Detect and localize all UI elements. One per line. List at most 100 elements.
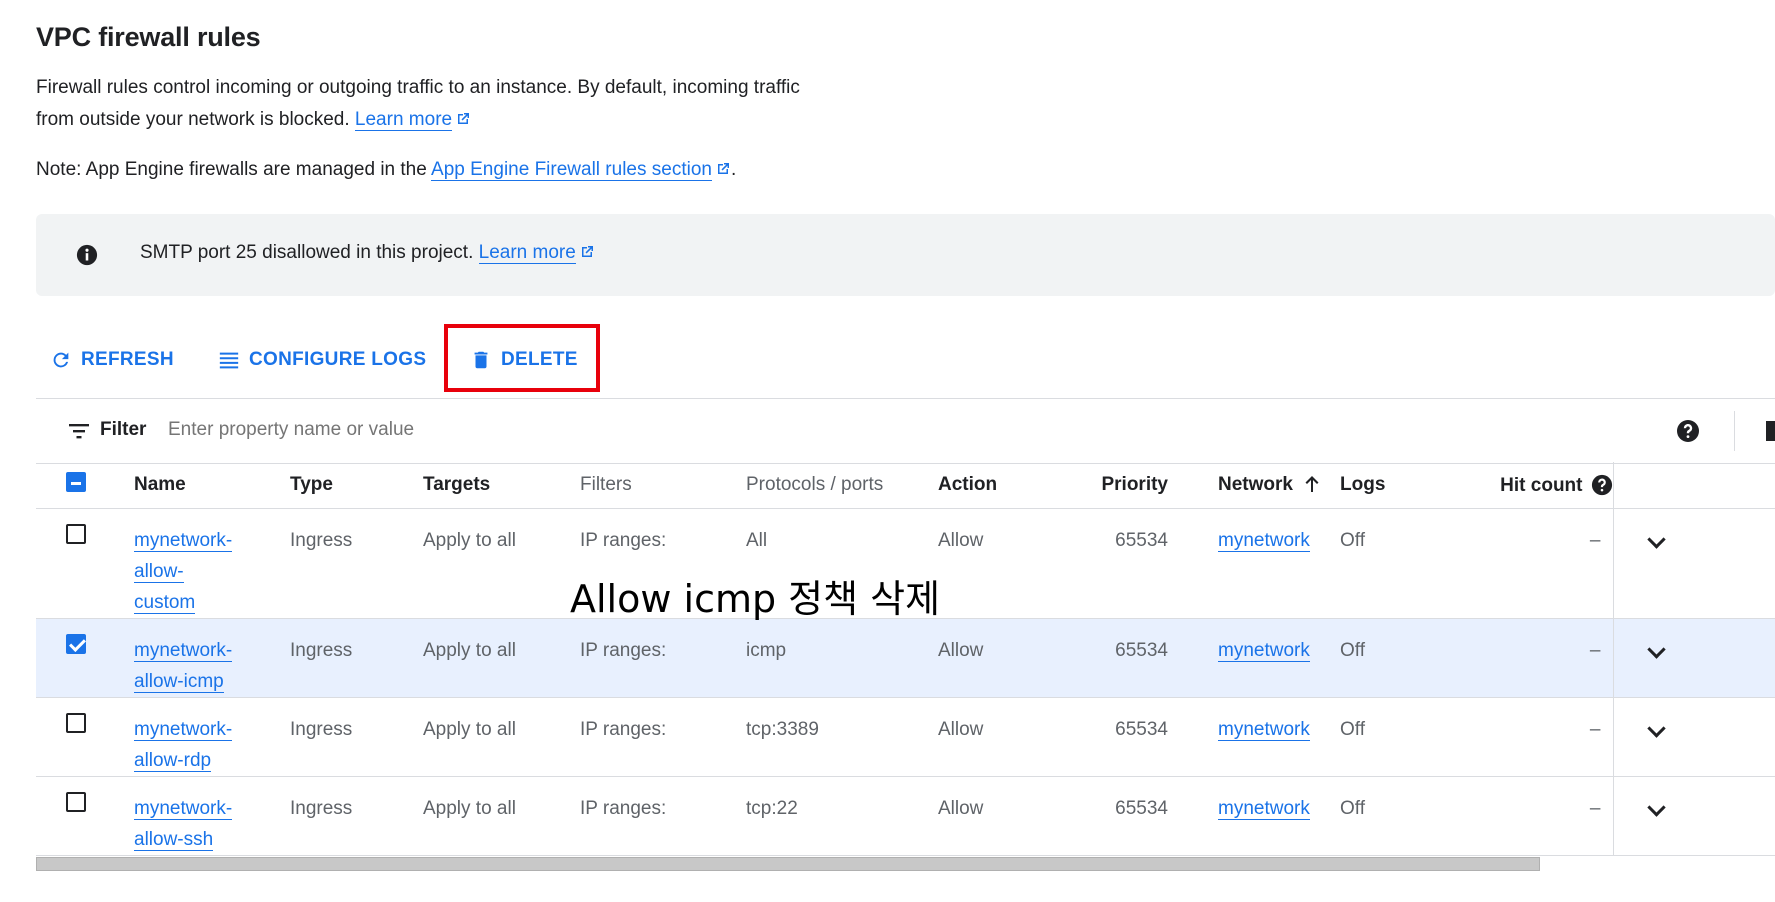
table-row[interactable]: mynetwork-allow-ssh Ingress Apply to all… — [36, 776, 1775, 856]
app-engine-note: Note: App Engine firewalls are managed i… — [36, 159, 736, 181]
row-checkbox[interactable] — [66, 634, 86, 654]
app-engine-firewall-link[interactable]: App Engine Firewall rules section — [431, 159, 712, 181]
annotation-text: Allow icmp 정책 삭제 — [570, 577, 941, 621]
help-icon[interactable] — [1591, 474, 1613, 496]
expand-cell — [1612, 508, 1775, 619]
rule-name-link[interactable]: mynetwork- — [134, 530, 233, 552]
network-link[interactable]: mynetwork — [1218, 640, 1310, 662]
select-all-cell — [36, 462, 134, 509]
column-header-protocols: Protocols / ports — [746, 462, 938, 509]
info-icon — [76, 244, 98, 266]
note-text: Note: App Engine firewalls are managed i… — [36, 159, 427, 180]
refresh-icon — [53, 352, 69, 368]
expand-column-header — [1612, 462, 1775, 509]
protocols-cell: tcp:3389 — [746, 697, 938, 777]
row-checkbox[interactable] — [66, 524, 86, 544]
rule-name-link[interactable]: custom — [134, 592, 196, 614]
priority-cell: 65534 — [1050, 776, 1168, 856]
action-cell: Allow — [938, 697, 1050, 777]
column-header-logs[interactable]: Logs — [1340, 462, 1440, 509]
chevron-down-icon[interactable] — [1646, 530, 1666, 549]
rule-name-link[interactable]: mynetwork- — [134, 719, 233, 741]
refresh-button[interactable]: REFRESH — [50, 330, 174, 390]
filter-input[interactable] — [166, 413, 770, 447]
column-header-filters: Filters — [580, 462, 746, 509]
rule-name-link[interactable]: allow- — [134, 561, 184, 583]
row-select-cell — [36, 776, 134, 856]
logs-cell: Off — [1340, 697, 1440, 777]
expand-cell — [1612, 618, 1775, 698]
rule-name-link[interactable]: allow-icmp — [134, 671, 224, 693]
column-header-action[interactable]: Action — [938, 462, 1050, 509]
rule-name-link[interactable]: mynetwork- — [134, 798, 233, 820]
refresh-label: REFRESH — [81, 349, 174, 370]
filters-cell: IP ranges: — [580, 618, 746, 698]
filters-cell: IP ranges: — [580, 697, 746, 777]
table-row[interactable]: mynetwork-allow-rdp Ingress Apply to all… — [36, 697, 1775, 777]
hit-count-cell: – — [1440, 618, 1613, 698]
network-cell: mynetwork — [1168, 776, 1340, 856]
hit-count-cell: – — [1440, 697, 1613, 777]
network-cell: mynetwork — [1168, 618, 1340, 698]
external-link-icon — [717, 163, 729, 174]
column-header-name[interactable]: Name — [134, 462, 290, 509]
rule-name-link[interactable]: allow-ssh — [134, 829, 214, 851]
type-cell: Ingress — [290, 697, 423, 777]
learn-more-link[interactable]: Learn more — [354, 109, 453, 131]
type-cell: Ingress — [290, 508, 423, 619]
delete-highlight-box — [444, 324, 600, 392]
protocols-cell: icmp — [746, 618, 938, 698]
note-suffix: . — [730, 159, 737, 180]
column-header-targets[interactable]: Targets — [423, 462, 580, 509]
rule-name-link[interactable]: mynetwork- — [134, 640, 233, 662]
row-select-cell — [36, 697, 134, 777]
row-select-cell — [36, 508, 134, 619]
action-cell: Allow — [938, 508, 1050, 619]
network-header-label: Network — [1218, 474, 1293, 495]
chevron-down-icon[interactable] — [1646, 798, 1666, 817]
hit-count-label: Hit count — [1500, 474, 1583, 496]
banner-learn-more-link[interactable]: Learn more — [478, 242, 576, 264]
rule-name-cell: mynetwork-allow-custom — [134, 508, 290, 619]
filter-icon — [69, 424, 89, 439]
rule-name-cell: mynetwork-allow-ssh — [134, 776, 290, 856]
filter-label: Filter — [100, 419, 147, 440]
external-link-icon — [458, 113, 470, 124]
row-checkbox[interactable] — [66, 713, 86, 733]
configure-logs-label: CONFIGURE LOGS — [249, 349, 427, 370]
filters-cell: IP ranges: — [580, 776, 746, 856]
smtp-info-banner: SMTP port 25 disallowed in this project.… — [36, 214, 1775, 296]
logs-cell: Off — [1340, 618, 1440, 698]
network-link[interactable]: mynetwork — [1218, 798, 1310, 820]
column-header-type[interactable]: Type — [290, 462, 423, 509]
logs-cell: Off — [1340, 508, 1440, 619]
sort-ascending-icon — [1305, 476, 1319, 492]
select-all-checkbox[interactable] — [66, 472, 86, 492]
rule-name-cell: mynetwork-allow-icmp — [134, 618, 290, 698]
table-header-row: Name Type Targets Filters Protocols / po… — [36, 462, 1775, 509]
configure-logs-button[interactable]: CONFIGURE LOGS — [218, 330, 426, 390]
row-select-cell — [36, 618, 134, 698]
targets-cell: Apply to all — [423, 697, 580, 777]
chevron-down-icon[interactable] — [1646, 719, 1666, 738]
banner-text: SMTP port 25 disallowed in this project. — [140, 242, 474, 263]
column-display-icon[interactable] — [1766, 421, 1775, 441]
network-cell: mynetwork — [1168, 508, 1340, 619]
page-title: VPC firewall rules — [36, 22, 261, 52]
list-icon — [219, 352, 239, 369]
row-checkbox[interactable] — [66, 792, 86, 812]
hit-count-cell: – — [1440, 776, 1613, 856]
targets-cell: Apply to all — [423, 618, 580, 698]
horizontal-scrollbar[interactable] — [36, 857, 1540, 871]
help-icon[interactable] — [1676, 419, 1700, 443]
expand-cell — [1612, 776, 1775, 856]
network-link[interactable]: mynetwork — [1218, 719, 1310, 741]
column-header-hit-count[interactable]: Hit count — [1440, 462, 1613, 509]
chevron-down-icon[interactable] — [1646, 640, 1666, 659]
table-row[interactable]: mynetwork-allow-icmp Ingress Apply to al… — [36, 618, 1775, 698]
column-header-network[interactable]: Network — [1168, 462, 1340, 509]
action-cell: Allow — [938, 618, 1050, 698]
network-link[interactable]: mynetwork — [1218, 530, 1310, 552]
column-header-priority[interactable]: Priority — [1050, 462, 1168, 509]
rule-name-link[interactable]: allow-rdp — [134, 750, 212, 772]
